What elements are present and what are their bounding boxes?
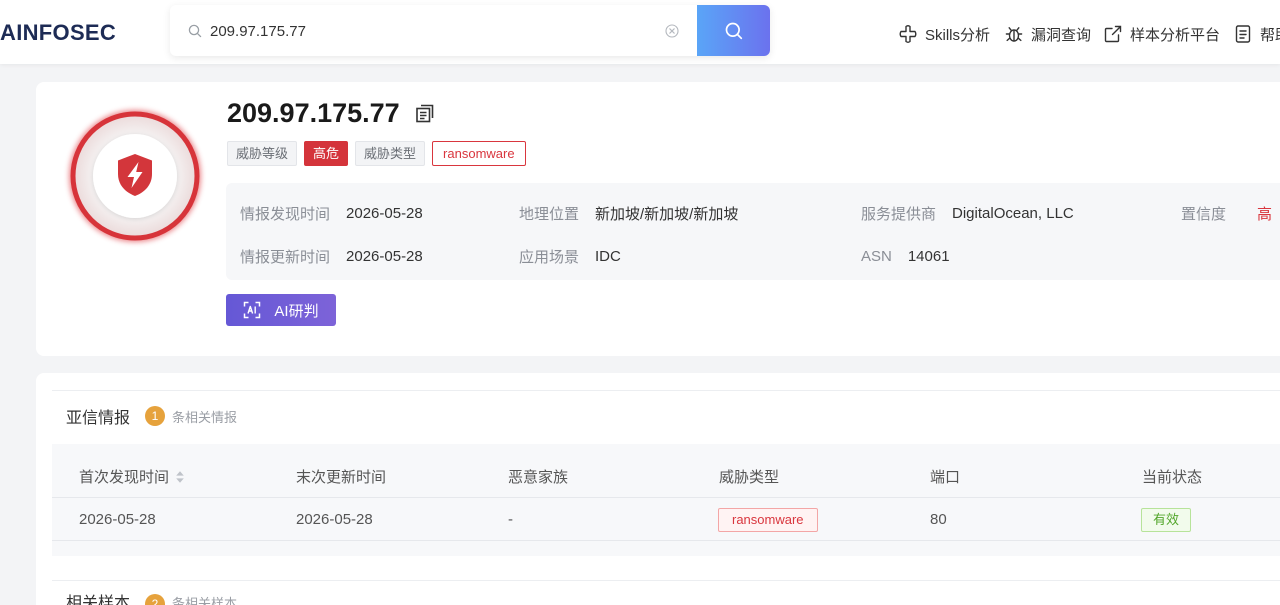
intel-card: 亚信情报 1 条相关情报 首次发现时间 末次更新时间 恶意家族 威胁类型 端口 … <box>36 373 1280 605</box>
info-value: 高 <box>1257 205 1273 223</box>
section-header: 亚信情报 1 条相关情报 <box>66 404 237 428</box>
info-discovery-time: 情报发现时间 2026-05-28 <box>240 202 423 224</box>
nav-label: 漏洞查询 <box>1031 26 1092 44</box>
ip-overview-card: 209.97.175.77 威胁等级 高危 威胁类型 ransomware 情报… <box>36 82 1280 356</box>
intel-info-panel: 情报发现时间 2026-05-28 地理位置 新加坡/新加坡/新加坡 服务提供商… <box>226 183 1280 280</box>
section-title: 亚信情报 <box>66 410 131 427</box>
logo[interactable]: AINFOSEC <box>0 19 116 47</box>
ai-icon <box>244 301 261 319</box>
section-title: 相关样本 <box>66 595 131 605</box>
threat-tags: 威胁等级 高危 威胁类型 ransomware <box>227 141 526 166</box>
info-confidence: 置信度 高 <box>1181 202 1272 224</box>
info-value: 2026-05-28 <box>346 247 423 265</box>
search-box <box>170 5 770 56</box>
nav-label: Skills分析 <box>925 26 991 44</box>
clear-icon[interactable] <box>665 24 679 38</box>
info-scenario: 应用场景 IDC <box>519 245 621 267</box>
count-suffix: 条相关样本 <box>172 596 238 605</box>
search-button[interactable] <box>697 5 770 56</box>
column-first-seen[interactable]: 首次发现时间 <box>79 466 296 487</box>
cell-threat-type: ransomware <box>718 507 930 532</box>
top-bar: AINFOSEC Skills分析 <box>0 0 1280 64</box>
ip-heading: 209.97.175.77 <box>227 96 436 130</box>
info-label: 应用场景 <box>519 248 580 266</box>
copy-icon[interactable] <box>414 102 436 124</box>
column-threat-type: 威胁类型 <box>719 466 930 487</box>
nav-vulnerability-search[interactable]: 漏洞查询 <box>1004 22 1091 46</box>
column-label: 当前状态 <box>1142 469 1203 486</box>
nav-label: 帮助 <box>1260 26 1280 44</box>
search-input[interactable] <box>210 18 650 44</box>
column-label: 端口 <box>930 469 961 486</box>
ai-analysis-button[interactable]: AI研判 <box>226 294 336 326</box>
document-icon <box>1235 25 1251 43</box>
info-value: 14061 <box>907 247 950 265</box>
cell-first-seen: 2026-05-28 <box>79 511 156 528</box>
info-asn: ASN 14061 <box>861 245 950 267</box>
info-value: 2026-05-28 <box>346 204 423 222</box>
info-location: 地理位置 新加坡/新加坡/新加坡 <box>519 202 738 224</box>
cell-malware-family: - <box>508 511 513 528</box>
table-row[interactable]: 2026-05-28 2026-05-28 - ransomware 80 有效 <box>52 499 1280 541</box>
column-label: 恶意家族 <box>508 469 569 486</box>
threat-level-label-tag: 威胁等级 <box>227 141 298 166</box>
skills-icon <box>899 25 917 43</box>
column-port: 端口 <box>930 466 1142 487</box>
status-badge: 有效 <box>1141 507 1192 532</box>
related-samples-section: 相关样本 2 条相关样本 <box>52 580 1280 605</box>
bug-icon <box>1005 27 1023 42</box>
info-update-time: 情报更新时间 2026-05-28 <box>240 245 423 267</box>
search-icon <box>188 24 202 38</box>
info-provider: 服务提供商 DigitalOcean, LLC <box>861 202 1074 224</box>
info-label: 置信度 <box>1181 205 1227 223</box>
cell-last-updated: 2026-05-28 <box>296 511 373 528</box>
column-status: 当前状态 <box>1142 466 1280 487</box>
ai-button-label: AI研判 <box>274 302 319 320</box>
column-last-updated: 末次更新时间 <box>296 466 508 487</box>
count-suffix: 条相关情报 <box>172 409 238 425</box>
nav-help[interactable]: 帮助 <box>1233 22 1280 46</box>
info-label: 情报发现时间 <box>240 205 331 223</box>
info-label: ASN <box>861 247 892 265</box>
info-label: 情报更新时间 <box>240 248 331 266</box>
asiainfo-intel-section: 亚信情报 1 条相关情报 首次发现时间 末次更新时间 恶意家族 威胁类型 端口 … <box>52 390 1280 580</box>
intel-table: 首次发现时间 末次更新时间 恶意家族 威胁类型 端口 当前状态 2026-05-… <box>52 444 1280 556</box>
cell-port: 80 <box>930 511 947 528</box>
column-malware-family: 恶意家族 <box>508 466 719 487</box>
info-value: IDC <box>595 247 621 265</box>
threat-type-tag: ransomware <box>432 141 526 166</box>
threat-type-tag: ransomware <box>718 507 818 532</box>
threat-shield-icon <box>69 110 201 242</box>
search-icon <box>725 22 742 39</box>
nav-label: 样本分析平台 <box>1130 26 1221 44</box>
column-label: 末次更新时间 <box>296 469 387 486</box>
column-label: 首次发现时间 <box>79 469 170 486</box>
count-badge: 1 <box>145 406 166 426</box>
nav-skills-analysis[interactable]: Skills分析 <box>898 22 990 46</box>
cell-status: 有效 <box>1141 507 1280 532</box>
sort-icon[interactable] <box>175 470 185 484</box>
info-label: 服务提供商 <box>861 205 937 223</box>
column-label: 威胁类型 <box>719 469 780 486</box>
threat-level-tag: 高危 <box>304 141 349 166</box>
info-value: 新加坡/新加坡/新加坡 <box>595 205 739 223</box>
info-value: DigitalOcean, LLC <box>952 204 1074 222</box>
info-label: 地理位置 <box>519 205 580 223</box>
count-badge: 2 <box>145 594 166 605</box>
app-root: AINFOSEC Skills分析 <box>0 0 1280 605</box>
threat-type-label-tag: 威胁类型 <box>355 141 426 166</box>
external-link-icon <box>1104 25 1122 43</box>
nav-sample-analysis-platform[interactable]: 样本分析平台 <box>1103 22 1220 46</box>
ip-address-title: 209.97.175.77 <box>227 98 400 128</box>
section-header: 相关样本 2 条相关样本 <box>66 592 237 605</box>
table-header-row: 首次发现时间 末次更新时间 恶意家族 威胁类型 端口 当前状态 <box>52 456 1280 498</box>
